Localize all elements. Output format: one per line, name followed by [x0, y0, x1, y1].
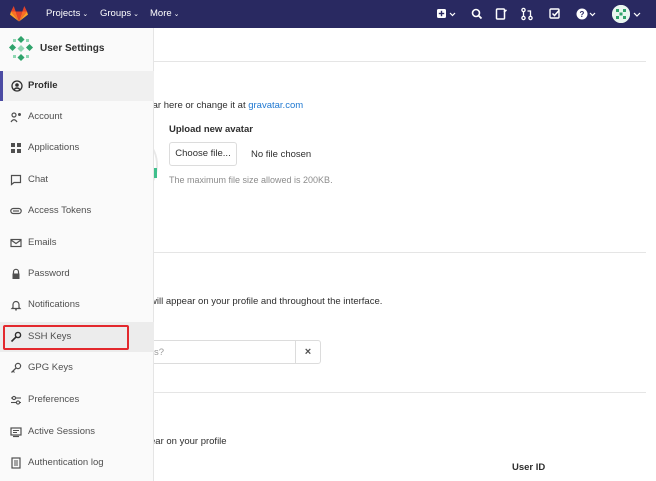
sessions-icon [10, 427, 22, 438]
email-icon [10, 238, 22, 248]
upload-avatar-heading: Upload new avatar [169, 124, 253, 135]
token-icon [10, 207, 22, 215]
current-avatar-fragment [154, 168, 157, 178]
sidebar-item-label: Emails [28, 237, 57, 248]
sidebar-title: User Settings [40, 43, 105, 54]
status-message-input[interactable]: s? [154, 340, 296, 364]
main-settings-description: ear on your profile [150, 436, 227, 447]
gpg-key-icon [11, 362, 22, 373]
sidebar-item-label: Active Sessions [28, 426, 96, 437]
sidebar-item-label: Profile [28, 80, 58, 91]
sidebar-item-label: Applications [28, 142, 80, 153]
sidebar-item-chat[interactable]: Chat [0, 165, 154, 195]
sidebar-item-label: Notifications [28, 299, 80, 310]
sidebar-item-profile[interactable]: Profile [0, 71, 154, 101]
section-divider [154, 252, 646, 253]
section-divider [154, 392, 646, 393]
nav-groups-label: Groups [100, 8, 132, 19]
chevron-down-icon: ⌄ [133, 11, 140, 18]
ssh-keys-highlight-box [3, 325, 129, 350]
sidebar-item-preferences[interactable]: Preferences [0, 385, 154, 415]
merge-request-icon[interactable] [520, 6, 534, 22]
chevron-down-icon: ⌄ [82, 11, 89, 18]
gitlab-logo-icon[interactable] [10, 6, 28, 22]
issues-icon[interactable] [494, 6, 508, 22]
sidebar-item-notifications[interactable]: Notifications [0, 290, 154, 320]
sidebar-item-label: Password [28, 268, 70, 279]
no-file-chosen-text: No file chosen [251, 149, 312, 160]
chevron-down-icon: ⌄ [173, 11, 180, 18]
lock-icon [12, 268, 20, 279]
nav-more[interactable]: More ⌄ [150, 0, 180, 28]
max-file-size-hint: The maximum file size allowed is 200KB. [169, 175, 333, 185]
user-id-label: User ID [512, 462, 546, 473]
top-navbar: Projects ⌄ Groups ⌄ More ⌄ ? [0, 0, 656, 28]
status-message-placeholder: s? [154, 347, 165, 358]
help-icon[interactable]: ? [575, 6, 599, 22]
clear-status-button[interactable]: × [295, 340, 321, 364]
sidebar-item-label: Preferences [28, 394, 80, 405]
bell-icon [10, 300, 22, 311]
log-icon [11, 457, 21, 469]
profile-icon [11, 80, 23, 92]
gravatar-link[interactable]: gravatar.com [248, 100, 303, 111]
chat-icon [10, 174, 22, 186]
chevron-down-icon[interactable] [632, 6, 642, 22]
sidebar-item-account[interactable]: Account [0, 102, 154, 132]
sidebar-item-active-sessions[interactable]: Active Sessions [0, 417, 154, 447]
sidebar-item-gpg-keys[interactable]: GPG Keys [0, 353, 154, 383]
sidebar-item-label: Authentication log [28, 457, 104, 468]
sidebar-item-label: Chat [28, 174, 49, 185]
todo-icon[interactable] [548, 6, 562, 22]
sidebar-header[interactable]: User Settings [0, 28, 154, 70]
gravatar-hint-text: tar here or change it at [150, 100, 249, 111]
settings-sidebar: User Settings Profile Account Applicatio… [0, 28, 154, 481]
section-divider [154, 61, 646, 62]
sidebar-item-label: Access Tokens [28, 205, 92, 216]
sidebar-item-label: Account [28, 111, 63, 122]
user-settings-avatar-icon [8, 36, 34, 62]
gravatar-hint: tar here or change it at gravatar.com [150, 100, 303, 111]
sidebar-item-applications[interactable]: Applications [0, 133, 154, 163]
svg-text:?: ? [580, 10, 585, 19]
nav-groups[interactable]: Groups ⌄ [100, 0, 139, 28]
nav-more-label: More [150, 8, 172, 19]
preferences-icon [11, 395, 21, 405]
nav-projects[interactable]: Projects ⌄ [46, 0, 88, 28]
choose-file-button[interactable]: Choose file... [169, 142, 237, 166]
sidebar-item-password[interactable]: Password [0, 259, 154, 289]
sidebar-item-access-tokens[interactable]: Access Tokens [0, 196, 154, 226]
plus-square-icon[interactable] [436, 6, 458, 22]
applications-icon [11, 143, 21, 153]
sidebar-item-label: GPG Keys [28, 362, 73, 373]
user-avatar[interactable] [612, 5, 630, 23]
sidebar-item-emails[interactable]: Emails [0, 228, 154, 258]
nav-projects-label: Projects [46, 8, 81, 19]
search-icon[interactable] [470, 6, 484, 22]
status-description: will appear on your profile and througho… [150, 296, 383, 307]
account-icon [10, 112, 21, 123]
sidebar-item-authentication-log[interactable]: Authentication log [0, 448, 154, 478]
